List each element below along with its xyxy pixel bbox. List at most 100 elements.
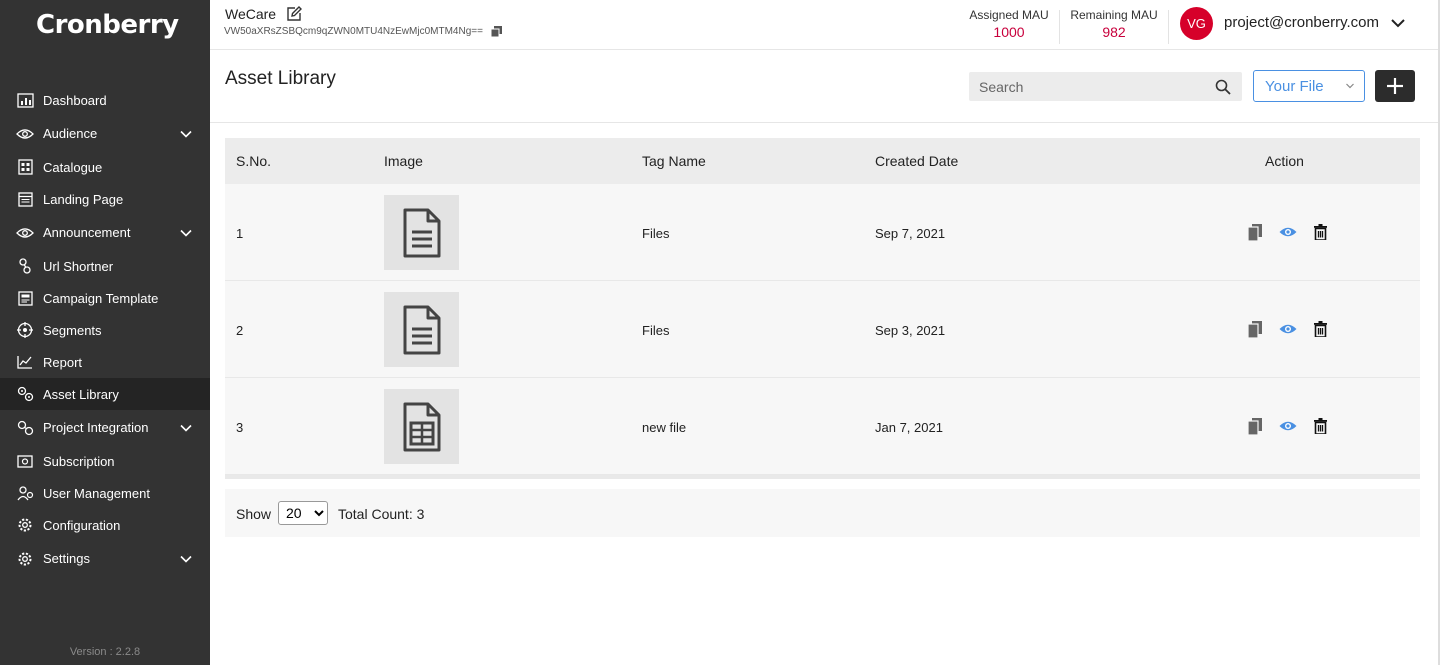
row-date: Sep 3, 2021 [875, 323, 946, 338]
table-row: 2 Files Sep 3, 2021 [225, 281, 1420, 378]
asset-thumbnail[interactable] [384, 389, 459, 464]
top-header: WeCare VW50aXRsZSBQcm9qZWN0MTU4NzEwMjc0M… [210, 0, 1438, 50]
user-management-icon [16, 484, 34, 502]
gear-icon [16, 550, 34, 568]
asset-thumbnail[interactable] [384, 195, 459, 270]
sidebar-nav: Dashboard Audience Catalogue Landing Pag… [0, 84, 210, 576]
row-tag: Files [642, 226, 670, 241]
assigned-mau: Assigned MAU 1000 [967, 8, 1051, 40]
chevron-down-icon [1346, 83, 1354, 89]
row-actions [1246, 223, 1329, 241]
row-sno: 3 [236, 420, 244, 435]
eye-icon [16, 125, 34, 143]
sidebar-item-campaign-template[interactable]: Campaign Template [0, 282, 210, 314]
document-icon [403, 305, 440, 354]
asset-table: S.No. Image Tag Name Created Date Action… [225, 138, 1420, 479]
remaining-mau: Remaining MAU 982 [1068, 8, 1160, 40]
row-tag: new file [642, 420, 687, 435]
trash-icon[interactable] [1311, 417, 1329, 435]
chevron-down-icon [180, 229, 192, 237]
sidebar-item-label: Segments [43, 322, 102, 338]
sidebar-item-configuration[interactable]: Configuration [0, 509, 210, 541]
spreadsheet-icon [403, 402, 440, 451]
copy-icon[interactable] [1246, 320, 1264, 338]
chevron-down-icon [180, 555, 192, 563]
header-divider [1059, 10, 1060, 44]
row-actions [1246, 320, 1329, 338]
file-filter-select[interactable]: Your File [1253, 70, 1365, 102]
trash-icon[interactable] [1311, 320, 1329, 338]
column-header-tag: Tag Name [642, 153, 706, 169]
remaining-mau-label: Remaining MAU [1070, 8, 1158, 22]
assigned-mau-value: 1000 [993, 24, 1025, 40]
eye-icon[interactable] [1279, 223, 1297, 241]
landing-page-icon [16, 190, 34, 208]
eye-icon[interactable] [1279, 417, 1297, 435]
row-date: Sep 7, 2021 [875, 226, 946, 241]
dashboard-icon [16, 91, 34, 109]
row-date: Jan 7, 2021 [875, 420, 943, 435]
sidebar-item-catalogue[interactable]: Catalogue [0, 151, 210, 183]
page-size-select[interactable]: 20 [278, 501, 328, 525]
page-title: Asset Library [225, 68, 336, 89]
sidebar-item-dashboard[interactable]: Dashboard [0, 84, 210, 116]
sidebar-item-project-integration[interactable]: Project Integration [0, 410, 210, 445]
sidebar-item-label: Audience [43, 126, 98, 141]
edit-icon[interactable] [286, 6, 303, 22]
sidebar-item-subscription[interactable]: Subscription [0, 445, 210, 477]
sidebar-item-settings[interactable]: Settings [0, 541, 210, 576]
chevron-down-icon [180, 130, 192, 138]
sidebar-item-segments[interactable]: Segments [0, 314, 210, 346]
table-row: 3 new file Jan 7, 2021 [225, 378, 1420, 475]
sidebar-item-asset-library[interactable]: Asset Library [0, 378, 210, 410]
sidebar-item-announcement[interactable]: Announcement [0, 215, 210, 250]
add-asset-button[interactable] [1375, 70, 1415, 102]
header-divider [1168, 10, 1169, 44]
asset-thumbnail[interactable] [384, 292, 459, 367]
project-name: WeCare [225, 6, 303, 22]
eye-icon[interactable] [1279, 320, 1297, 338]
brand-logo[interactable]: Cronberry [36, 10, 179, 40]
assigned-mau-label: Assigned MAU [969, 8, 1049, 22]
copy-icon[interactable] [1246, 223, 1264, 241]
copy-icon[interactable] [490, 26, 502, 37]
report-icon [16, 353, 34, 371]
sidebar-item-label: Announcement [43, 225, 131, 240]
asset-library-icon [16, 385, 34, 403]
sidebar-item-label: Campaign Template [43, 290, 159, 306]
sidebar-item-report[interactable]: Report [0, 346, 210, 378]
sidebar-item-audience[interactable]: Audience [0, 116, 210, 151]
avatar[interactable]: VG [1180, 7, 1213, 40]
eye-icon [16, 224, 34, 242]
column-header-image: Image [384, 153, 423, 169]
trash-icon[interactable] [1311, 223, 1329, 241]
sidebar-item-label: Configuration [43, 517, 121, 533]
search-box [969, 72, 1242, 101]
page-divider [210, 122, 1438, 123]
table-header: S.No. Image Tag Name Created Date Action [225, 138, 1420, 184]
copy-icon[interactable] [1246, 417, 1264, 435]
chevron-down-icon[interactable] [1390, 15, 1406, 31]
column-header-date: Created Date [875, 153, 959, 169]
user-email[interactable]: project@cronberry.com [1224, 14, 1379, 31]
sidebar-item-label: Asset Library [43, 386, 119, 402]
search-icon[interactable] [1215, 79, 1231, 95]
sidebar-item-label: Landing Page [43, 191, 124, 207]
sidebar-item-landing-page[interactable]: Landing Page [0, 183, 210, 215]
project-key-text: VW50aXRsZSBQcm9qZWN0MTU4NzEwMjc0MTM4Ng== [224, 26, 483, 37]
file-filter-value: Your File [1265, 78, 1324, 95]
catalogue-icon [16, 158, 34, 176]
sidebar-item-label: Catalogue [43, 159, 103, 175]
chevron-down-icon [180, 424, 192, 432]
sidebar-item-label: Url Shortner [43, 258, 114, 274]
column-header-action: Action [1265, 153, 1304, 169]
gear-icon [16, 516, 34, 534]
sidebar-item-label: Settings [43, 551, 90, 566]
sidebar-item-label: Project Integration [43, 420, 149, 435]
row-sno: 1 [236, 226, 244, 241]
sidebar-item-url-shortner[interactable]: Url Shortner [0, 250, 210, 282]
sidebar-item-user-management[interactable]: User Management [0, 477, 210, 509]
search-input[interactable] [969, 72, 1209, 101]
link-icon [16, 257, 34, 275]
document-icon [403, 208, 440, 257]
